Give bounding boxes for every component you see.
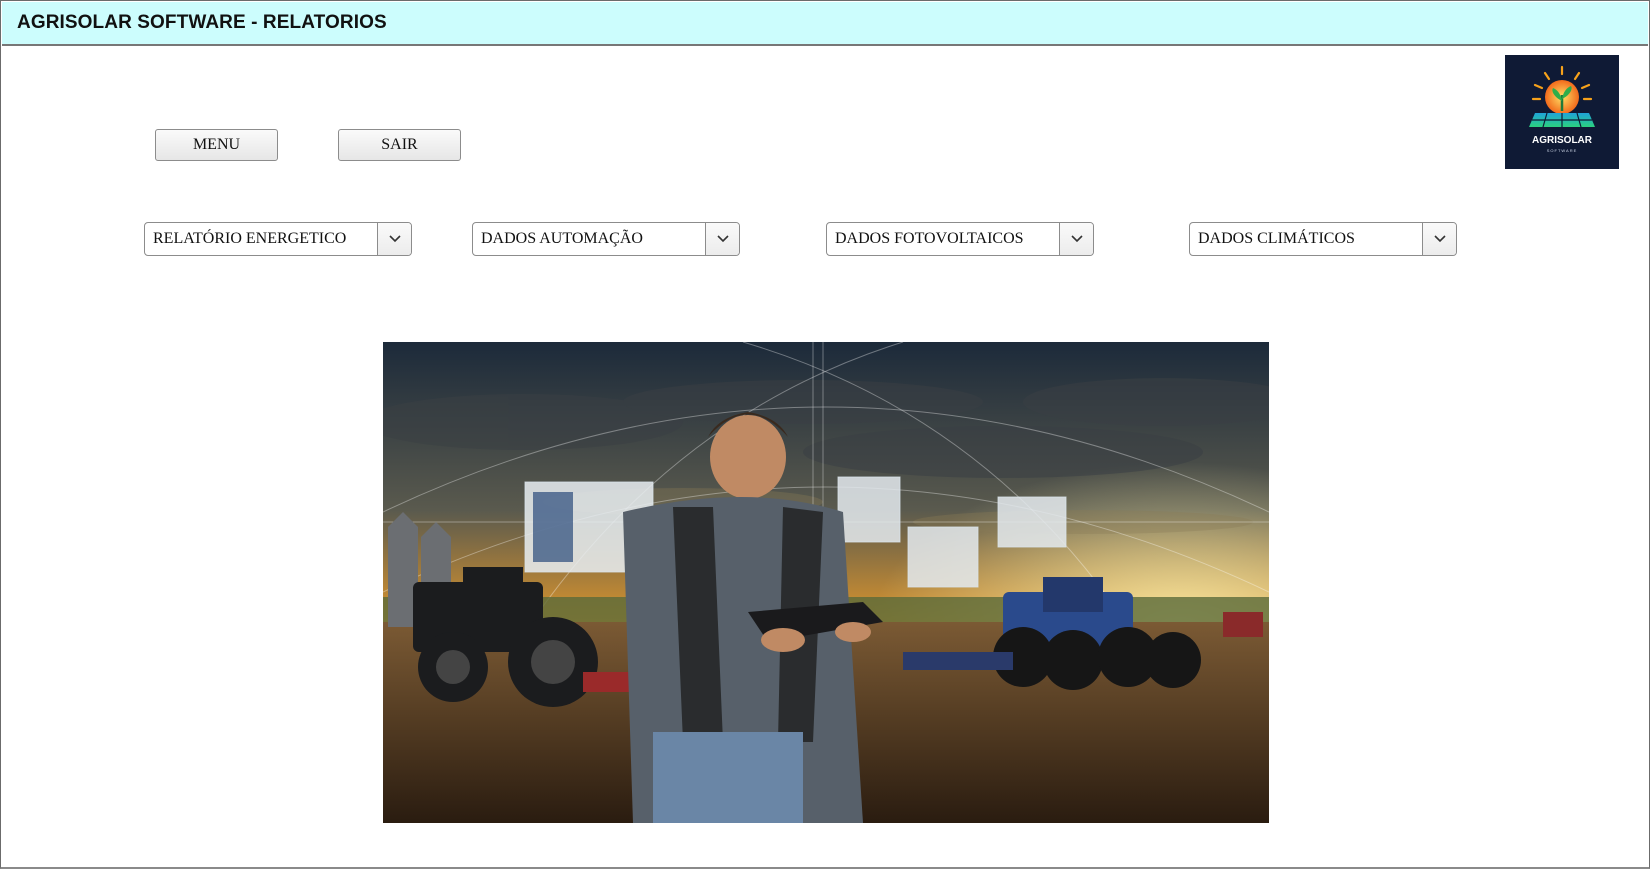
dropdown-button[interactable] <box>705 223 739 255</box>
relatorio-energetico-dropdown[interactable]: RELATÓRIO ENERGETICO <box>144 222 412 256</box>
menu-button[interactable]: MENU <box>155 129 278 161</box>
chevron-down-icon <box>1433 235 1446 243</box>
hero-image-smart-farming <box>383 342 1269 823</box>
window-title: AGRISOLAR SOFTWARE - RELATORIOS <box>17 12 387 33</box>
dropdown-button[interactable] <box>377 223 411 255</box>
chevron-down-icon <box>388 235 401 243</box>
dropdown-value: DADOS CLIMÁTICOS <box>1198 230 1355 247</box>
logo-brand-text: AGRISOLAR <box>1532 135 1592 146</box>
title-bar: AGRISOLAR SOFTWARE - RELATORIOS <box>2 2 1648 46</box>
dropdown-button[interactable] <box>1059 223 1093 255</box>
sair-button[interactable]: SAIR <box>338 129 461 161</box>
dados-fotovoltaicos-dropdown[interactable]: DADOS FOTOVOLTAICOS <box>826 222 1094 256</box>
chevron-down-icon <box>1070 235 1083 243</box>
dropdown-value: RELATÓRIO ENERGETICO <box>153 230 347 247</box>
dados-automacao-dropdown[interactable]: DADOS AUTOMAÇÃO <box>472 222 740 256</box>
dropdown-value: DADOS AUTOMAÇÃO <box>481 230 643 247</box>
chevron-down-icon <box>716 235 729 243</box>
app-window: AGRISOLAR SOFTWARE - RELATORIOS AGRISOLA… <box>0 0 1650 869</box>
dados-climaticos-dropdown[interactable]: DADOS CLIMÁTICOS <box>1189 222 1457 256</box>
agrisolar-logo: AGRISOLAR SOFTWARE <box>1505 55 1619 169</box>
dropdown-value: DADOS FOTOVOLTAICOS <box>835 230 1024 247</box>
sun-plant-icon <box>1529 65 1595 128</box>
dropdown-button[interactable] <box>1422 223 1456 255</box>
farmer-tablet-tractors-image <box>383 342 1269 823</box>
logo-sub-text: SOFTWARE <box>1546 148 1578 153</box>
